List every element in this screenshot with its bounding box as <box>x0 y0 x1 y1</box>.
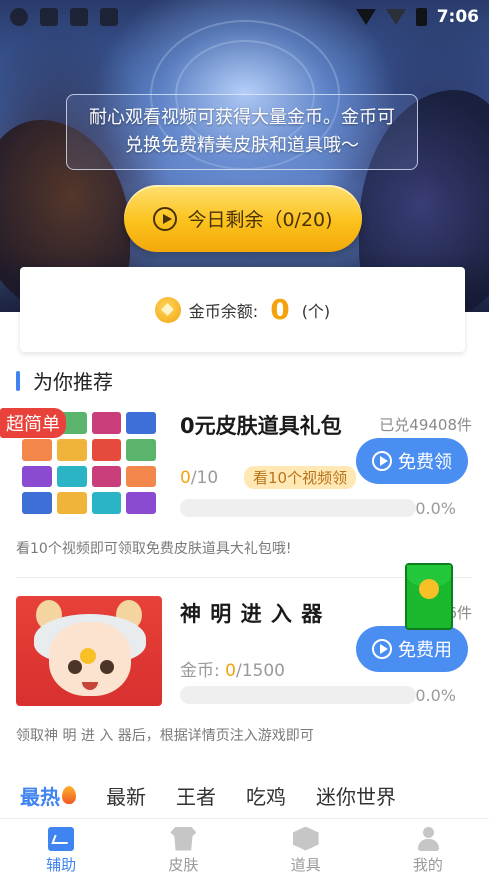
progress-percent: 0.0% <box>415 686 456 705</box>
nav-items[interactable]: 道具 <box>245 819 367 882</box>
notification-icon <box>70 8 88 26</box>
item-progress-text: 0/10 <box>180 468 218 488</box>
nav-skins-label: 皮肤 <box>168 855 199 874</box>
progress-prefix: 金币: <box>180 661 220 681</box>
coin-icon <box>419 579 439 599</box>
tab-honor-of-kings[interactable]: 王者 <box>176 781 216 810</box>
notification-icon <box>100 8 118 26</box>
tab-newest[interactable]: 最新 <box>106 781 146 810</box>
bottom-navigation: 辅助 皮肤 道具 我的 <box>0 818 489 882</box>
free-use-button[interactable]: 免费用 <box>356 626 468 672</box>
progress-track <box>180 686 416 704</box>
daily-remaining-button[interactable]: 今日剩余（0/20) <box>124 185 362 252</box>
nav-profile[interactable]: 我的 <box>367 819 489 882</box>
red-envelope-float-button[interactable] <box>405 563 453 630</box>
hero-banner: 7:06 耐心观看视频可获得大量金币。金币可兑换免费精美皮肤和道具哦～ 今日剩余… <box>0 0 489 312</box>
notice-box: 耐心观看视频可获得大量金币。金币可兑换免费精美皮肤和道具哦～ <box>66 94 418 170</box>
nav-assist[interactable]: 辅助 <box>0 819 122 882</box>
shirt-icon <box>170 826 197 851</box>
progress-total: /1500 <box>235 661 285 681</box>
play-icon <box>372 451 392 471</box>
notification-icon <box>10 8 28 26</box>
progress-total: /10 <box>190 468 219 488</box>
daily-remaining-label: 今日剩余（0/20) <box>187 209 333 231</box>
play-icon <box>372 639 392 659</box>
free-claim-button[interactable]: 免费领 <box>356 438 468 484</box>
item-redeemed-count: 已兑49408件 <box>379 416 472 434</box>
tab-hot[interactable]: 最热 <box>20 781 76 810</box>
play-icon <box>153 206 178 231</box>
tab-mini-world[interactable]: 迷你世界 <box>316 781 396 810</box>
item-thumbnail[interactable] <box>16 596 162 706</box>
video-tag: 看10个视频领 <box>244 466 357 489</box>
cube-icon <box>292 826 319 851</box>
nav-skins[interactable]: 皮肤 <box>122 819 244 882</box>
tab-pubg[interactable]: 吃鸡 <box>246 781 286 810</box>
chart-icon <box>48 826 75 851</box>
nav-profile-label: 我的 <box>412 855 443 874</box>
nav-assist-label: 辅助 <box>46 855 77 874</box>
status-time: 7:06 <box>436 7 479 27</box>
free-use-label: 免费用 <box>398 640 452 661</box>
section-title-text: 为你推荐 <box>33 370 113 394</box>
balance-label: 金币余额: <box>188 301 259 321</box>
progress-current: 0 <box>180 468 191 488</box>
item-progress-text: 金币: 0/1500 <box>180 656 285 681</box>
divider <box>16 577 472 578</box>
battery-icon <box>415 8 427 26</box>
section-accent-bar <box>16 370 20 391</box>
person-icon <box>415 826 441 851</box>
progress-track <box>180 499 416 517</box>
nav-items-label: 道具 <box>290 855 321 874</box>
coin-balance-card: 金币余额: 0 (个) <box>20 267 465 352</box>
coin-icon <box>154 296 181 323</box>
item-title: 0元皮肤道具礼包 <box>180 414 342 438</box>
item-description: 看10个视频即可领取免费皮肤道具大礼包哦! <box>16 541 292 557</box>
item-description: 领取神 明 进 入 器后，根据详情页注入游戏即可 <box>16 728 314 744</box>
balance-value: 0 <box>270 293 290 326</box>
category-tabs: 最热 最新 王者 吃鸡 迷你世界 <box>0 766 489 824</box>
progress-percent: 0.0% <box>415 499 456 518</box>
status-bar: 7:06 <box>0 0 489 34</box>
signal-icon <box>385 9 406 25</box>
balance-unit: (个) <box>301 301 331 321</box>
progress-current: 0 <box>225 661 236 681</box>
item-title: 神 明 进 入 器 <box>180 602 324 626</box>
section-title: 为你推荐 <box>16 366 113 395</box>
easy-badge: 超简单 <box>0 408 66 438</box>
tab-hot-label: 最热 <box>20 784 60 809</box>
notification-icon <box>40 8 58 26</box>
free-claim-label: 免费领 <box>398 452 452 473</box>
fire-icon <box>62 786 76 804</box>
wifi-icon <box>355 9 376 25</box>
